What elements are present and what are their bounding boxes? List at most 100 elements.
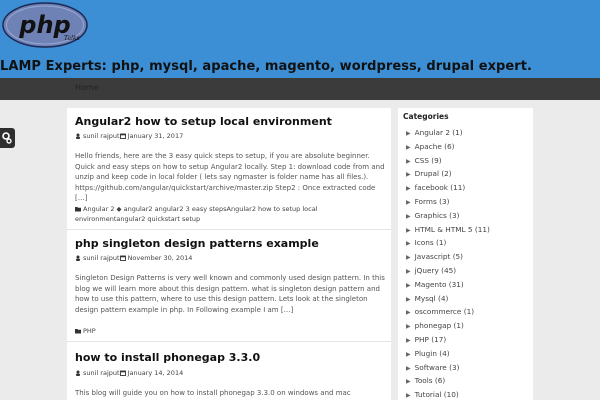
category-item[interactable]: ▶ phonegap (1) [406,321,530,335]
calendar-icon [119,255,126,261]
post-author[interactable]: sunil rajput [83,132,120,140]
category-item[interactable]: ▶ oscommerce (1) [406,307,530,321]
post-tags: Angular 2 ◆ angular2 angular2 3 easy ste… [75,204,375,224]
post-meta: sunil rajput January 14, 2014 [75,369,183,377]
category-label[interactable]: CSS (9) [415,156,442,165]
category-item[interactable]: ▶ Apache (6) [406,142,530,156]
post-meta: sunil rajput January 31, 2017 [75,132,183,140]
post-divider [67,229,391,230]
arrow-icon: ▶ [406,281,411,289]
arrow-icon: ▶ [406,226,411,234]
category-label[interactable]: Angular 2 (1) [415,128,463,137]
category-item[interactable]: ▶ Angular 2 (1) [406,128,530,142]
category-label[interactable]: Graphics (3) [415,211,460,220]
logo-subtext: Talks [64,35,80,42]
category-label[interactable]: phonegap (1) [415,321,464,330]
category-label[interactable]: Plugin (4) [415,349,450,358]
category-label[interactable]: Software (3) [415,363,460,372]
arrow-icon: ▶ [406,350,411,358]
post-date[interactable]: January 14, 2014 [128,369,184,377]
category-item[interactable]: ▶ jQuery (45) [406,266,530,280]
categories-title: Categories [403,112,449,121]
category-label[interactable]: PHP (17) [415,335,447,344]
user-icon [76,255,80,261]
post-divider [67,341,391,342]
post-date[interactable]: November 30, 2014 [128,254,193,262]
post-tags: PHP [75,326,375,336]
post-excerpt: Singleton Design Patterns is very well k… [75,274,385,314]
site-title[interactable]: LAMP Experts: php, mysql, apache, magent… [0,59,532,74]
folder-icon [75,329,81,334]
category-item[interactable]: ▶ Plugin (4) [406,349,530,363]
category-item[interactable]: ▶ Drupal (2) [406,169,530,183]
calendar-icon [119,370,126,376]
settings-gear-icon[interactable] [0,128,15,148]
category-item[interactable]: ▶ Icons (1) [406,238,530,252]
arrow-icon: ▶ [406,185,411,193]
category-item[interactable]: ▶ Forms (3) [406,197,530,211]
category-label[interactable]: HTML & HTML 5 (11) [415,225,490,234]
category-item[interactable]: ▶ Javascript (5) [406,252,530,266]
post-tag-list[interactable]: Angular 2 ◆ angular2 angular2 3 easy ste… [75,205,318,223]
category-label[interactable]: Tools (6) [415,376,446,385]
arrow-icon: ▶ [406,254,411,262]
arrow-icon: ▶ [406,157,411,165]
category-item[interactable]: ▶ facebook (11) [406,183,530,197]
category-item[interactable]: ▶ CSS (9) [406,156,530,170]
category-item[interactable]: ▶ Software (3) [406,363,530,377]
category-item[interactable]: ▶ PHP (17) [406,335,530,349]
category-label[interactable]: facebook (11) [415,183,466,192]
category-item[interactable]: ▶ Tools (6) [406,376,530,390]
user-icon [76,133,80,139]
post-title[interactable]: how to install phonegap 3.3.0 [75,351,260,364]
arrow-icon: ▶ [406,240,411,248]
php-logo[interactable]: php Talks [2,2,88,48]
post-author[interactable]: sunil rajput [83,254,120,262]
arrow-icon: ▶ [406,143,411,151]
arrow-icon: ▶ [406,364,411,372]
category-label[interactable]: Tutorial (10) [415,390,459,399]
post-tag-list[interactable]: PHP [83,327,96,335]
nav-home-link[interactable]: Home [75,83,99,92]
arrow-icon: ▶ [406,198,411,206]
category-item[interactable]: ▶ Mysql (4) [406,294,530,308]
post-title[interactable]: Angular2 how to setup local environment [75,115,332,128]
post-title[interactable]: php singleton design patterns example [75,237,319,250]
category-label[interactable]: Javascript (5) [415,252,463,261]
posts-column: Angular2 how to setup local environment … [67,108,391,400]
arrow-icon: ▶ [406,392,411,400]
category-label[interactable]: Drupal (2) [415,169,452,178]
categories-widget: Categories ▶ Angular 2 (1) ▶ Apache (6) ▶ CSS… [398,108,533,400]
post-excerpt: This blog will guide you on how to insta… [75,389,351,400]
arrow-icon: ▶ [406,267,411,275]
post-excerpt: Hello friends, here are the 3 easy quick… [75,152,385,203]
category-item[interactable]: ▶ HTML & HTML 5 (11) [406,225,530,239]
category-label[interactable]: Forms (3) [415,197,450,206]
folder-icon [75,207,81,212]
arrow-icon: ▶ [406,378,411,386]
site-header: php Talks LAMP Experts: php, mysql, apac… [0,0,600,78]
category-label[interactable]: Magento (31) [415,280,464,289]
arrow-icon: ▶ [406,309,411,317]
category-label[interactable]: oscommerce (1) [415,307,474,316]
arrow-icon: ▶ [406,336,411,344]
arrow-icon: ▶ [406,212,411,220]
user-icon [76,370,80,376]
post-date[interactable]: January 31, 2017 [128,132,184,140]
post-author[interactable]: sunil rajput [83,369,120,377]
category-list: ▶ Angular 2 (1) ▶ Apache (6) ▶ CSS (9) ▶ Drupal… [406,128,530,400]
category-label[interactable]: Apache (6) [415,142,455,151]
category-item[interactable]: ▶ Graphics (3) [406,211,530,225]
category-label[interactable]: Icons (1) [415,238,447,247]
post-meta: sunil rajput November 30, 2014 [75,254,192,262]
arrow-icon: ▶ [406,171,411,179]
main-nav: Home [0,78,600,100]
arrow-icon: ▶ [406,323,411,331]
arrow-icon: ▶ [406,295,411,303]
category-label[interactable]: jQuery (45) [415,266,457,275]
category-label[interactable]: Mysql (4) [415,294,449,303]
category-item[interactable]: ▶ Tutorial (10) [406,390,530,400]
arrow-icon: ▶ [406,130,411,137]
category-item[interactable]: ▶ Magento (31) [406,280,530,294]
logo-text: php [18,11,70,39]
